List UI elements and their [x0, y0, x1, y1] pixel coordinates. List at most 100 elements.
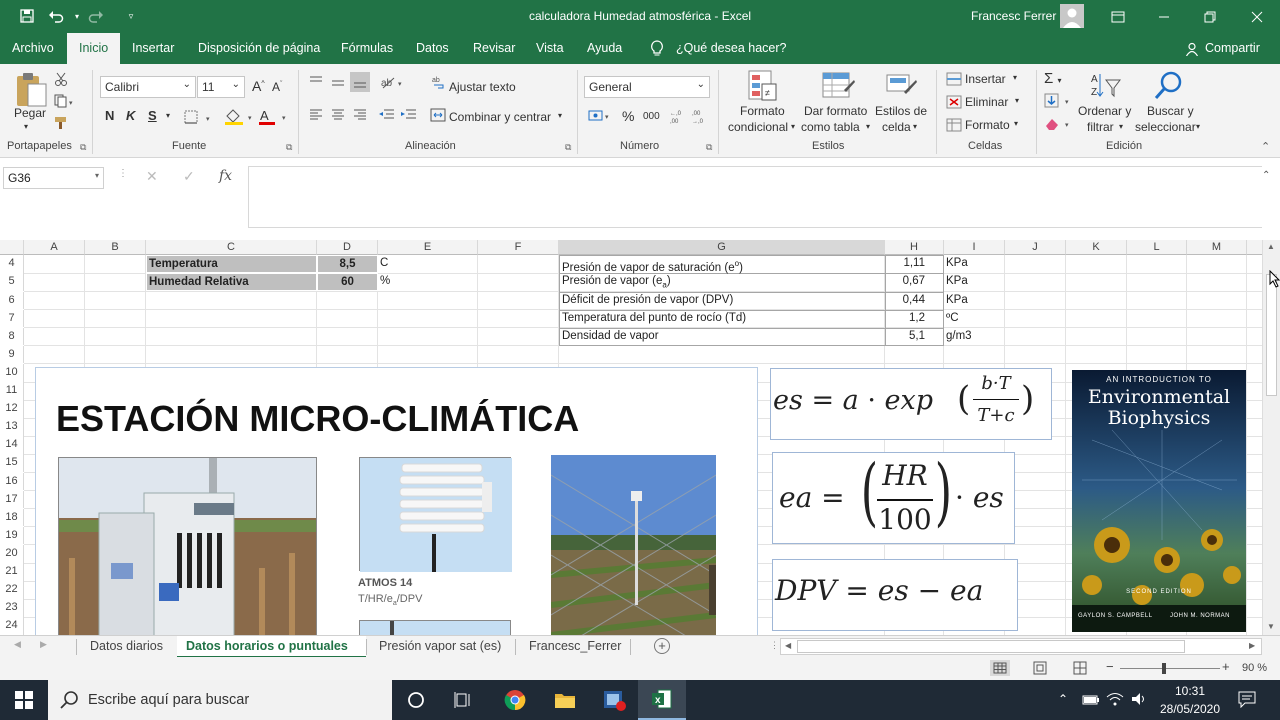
currency-icon[interactable]: ▾: [588, 108, 614, 127]
col-header-f[interactable]: F: [478, 240, 559, 255]
tab-inicio[interactable]: Inicio: [67, 33, 121, 64]
fill-icon[interactable]: ▾: [1044, 93, 1074, 112]
align-top-icon[interactable]: [308, 74, 324, 91]
row-header[interactable]: 21: [0, 563, 24, 581]
page-break-view-icon[interactable]: [1072, 660, 1088, 679]
fill-color-icon[interactable]: ▾: [224, 108, 256, 129]
decrease-indent-icon[interactable]: [378, 108, 396, 125]
row-header[interactable]: 22: [0, 581, 24, 599]
format-button[interactable]: Formato: [965, 118, 1010, 132]
col-header-e[interactable]: E: [378, 240, 478, 255]
clear-icon[interactable]: ▾: [1044, 116, 1074, 135]
tell-me-search[interactable]: ¿Qué desea hacer?: [676, 33, 787, 64]
col-header-j[interactable]: J: [1005, 240, 1066, 255]
vertical-scrollbar[interactable]: ▲ ▼: [1262, 240, 1280, 635]
merge-dropdown-icon[interactable]: ▾: [558, 111, 562, 120]
taskbar-search-box[interactable]: Escribe aquí para buscar: [48, 680, 392, 720]
row-header[interactable]: 4: [0, 255, 24, 273]
scroll-down-icon[interactable]: ▼: [1267, 622, 1275, 631]
wifi-icon[interactable]: [1106, 691, 1124, 710]
result-unit-dpv[interactable]: KPa: [946, 292, 968, 309]
col-header-c[interactable]: C: [146, 240, 317, 255]
chrome-icon[interactable]: [491, 680, 539, 720]
merge-center-button[interactable]: Combinar y centrar: [449, 110, 551, 124]
insert-button[interactable]: Insertar: [965, 72, 1006, 86]
app-icon-red[interactable]: [591, 680, 639, 720]
result-value-dpv[interactable]: 0,44: [885, 292, 925, 309]
share-button[interactable]: Compartir: [1205, 33, 1260, 64]
scroll-up-icon[interactable]: ▲: [1267, 242, 1275, 251]
find-label-1[interactable]: Buscar y: [1147, 104, 1194, 118]
cond-format-dropdown-icon[interactable]: ▾: [791, 122, 795, 131]
increase-decimal-icon[interactable]: ←,0,00: [670, 108, 688, 127]
row-header[interactable]: 19: [0, 526, 24, 545]
format-painter-icon[interactable]: [54, 116, 68, 133]
cell-styles-dropdown-icon[interactable]: ▾: [913, 122, 917, 131]
row-header[interactable]: 7: [0, 309, 24, 328]
result-unit-es[interactable]: KPa: [946, 255, 968, 272]
conditional-format-icon[interactable]: ≠: [748, 70, 778, 105]
result-unit-vapor-density[interactable]: g/m3: [946, 328, 972, 345]
row-header[interactable]: 6: [0, 291, 24, 310]
row-header[interactable]: 13: [0, 418, 24, 436]
input-value-temperature[interactable]: 8,5: [317, 255, 378, 274]
tabs-splitter-icon[interactable]: ⋮: [770, 640, 779, 651]
zoom-slider[interactable]: [1120, 668, 1220, 669]
bold-button[interactable]: N: [105, 108, 114, 123]
row-header[interactable]: 12: [0, 400, 24, 418]
result-unit-ea[interactable]: KPa: [946, 273, 968, 290]
col-header-h[interactable]: H: [885, 240, 944, 255]
file-explorer-icon[interactable]: [541, 680, 589, 720]
autosum-icon[interactable]: Σ ▾: [1044, 70, 1061, 87]
scroll-right-icon[interactable]: ▶: [1249, 641, 1255, 650]
row-header[interactable]: 14: [0, 436, 24, 454]
number-launcher-icon[interactable]: ⧉: [706, 142, 712, 153]
format-as-table-icon[interactable]: [822, 70, 856, 105]
paste-dropdown-icon[interactable]: ▾: [24, 122, 28, 131]
format-dropdown-icon[interactable]: ▾: [1014, 119, 1018, 128]
decrease-decimal-icon[interactable]: ,00 →,0: [692, 108, 710, 127]
tab-disposicion[interactable]: Disposición de página: [198, 33, 320, 64]
clipboard-launcher-icon[interactable]: ⧉: [80, 142, 86, 153]
book-cover-image[interactable]: AN INTRODUCTION TO Environmental Biophys…: [1072, 370, 1246, 632]
horizontal-scroll-thumb[interactable]: [797, 640, 1185, 653]
sheet-tab-datos-diarios[interactable]: Datos diarios: [90, 636, 163, 658]
tab-vista[interactable]: Vista: [536, 33, 564, 64]
windows-start-icon[interactable]: [0, 680, 48, 720]
find-select-icon[interactable]: [1153, 70, 1185, 105]
borders-icon[interactable]: ▾: [184, 110, 214, 127]
row-header[interactable]: 16: [0, 472, 24, 491]
alignment-launcher-icon[interactable]: ⧉: [565, 142, 571, 153]
input-label-humidity[interactable]: Humedad Relativa: [146, 273, 317, 292]
battery-icon[interactable]: [1082, 693, 1100, 709]
grow-font-icon[interactable]: A^: [252, 78, 265, 94]
horizontal-scrollbar[interactable]: ◀ ▶: [780, 638, 1262, 655]
input-label-temperature[interactable]: Temperatura: [146, 255, 317, 274]
input-unit-temperature[interactable]: C: [380, 255, 388, 272]
name-box[interactable]: G36 ▾: [3, 167, 104, 189]
cell-styles-label-1[interactable]: Estilos de: [875, 104, 927, 118]
shrink-font-icon[interactable]: Aˇ: [272, 80, 282, 94]
result-label-td[interactable]: Temperatura del punto de rocío (Td): [562, 310, 746, 327]
zoom-level[interactable]: 90 %: [1242, 662, 1267, 674]
col-header-k[interactable]: K: [1066, 240, 1127, 255]
avatar[interactable]: [1060, 4, 1084, 28]
table-format-label-1[interactable]: Dar formato: [804, 104, 867, 118]
align-bottom-icon[interactable]: [350, 72, 370, 92]
col-header-d[interactable]: D: [317, 240, 378, 255]
row-header[interactable]: 5: [0, 273, 24, 292]
user-name[interactable]: Francesc Ferrer: [971, 9, 1056, 23]
result-value-ea[interactable]: 0,67: [885, 273, 925, 290]
result-value-td[interactable]: 1,2: [885, 310, 925, 327]
equation-dpv[interactable]: DPV = es − ea: [772, 559, 1018, 631]
sort-label-2[interactable]: filtrar: [1087, 120, 1114, 134]
sheet-tab-datos-horarios[interactable]: Datos horarios o puntuales: [186, 636, 348, 658]
table-format-label-2[interactable]: como tabla: [801, 120, 860, 134]
expand-formula-icon[interactable]: ⌃: [1262, 170, 1270, 181]
wrap-text-button[interactable]: Ajustar texto: [449, 80, 516, 94]
paste-button[interactable]: Pegar: [14, 106, 46, 120]
tab-datos[interactable]: Datos: [416, 33, 449, 64]
zoom-in-icon[interactable]: +: [1222, 659, 1230, 674]
insert-function-button[interactable]: fx: [219, 168, 232, 184]
orientation-icon[interactable]: ab ▾: [380, 74, 406, 93]
